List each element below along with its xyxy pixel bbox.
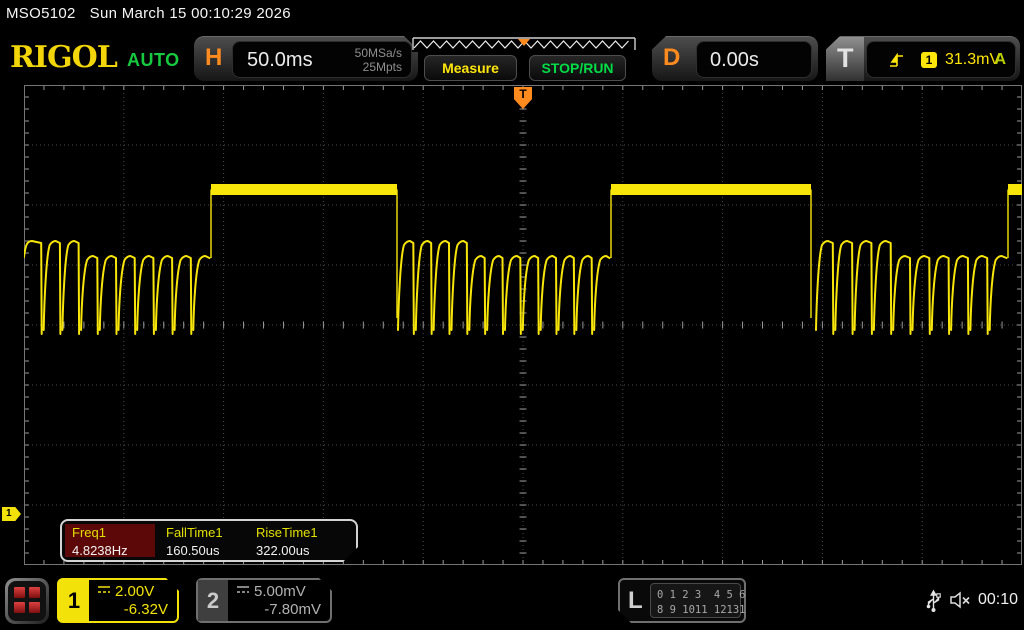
memory-depth: 25Mpts	[355, 60, 402, 74]
horizontal-scale-box[interactable]: H 50.0ms 50MSa/s 25Mpts	[194, 36, 418, 81]
stop-run-button[interactable]: STOP/RUN	[529, 55, 626, 81]
delay-label: D	[663, 44, 680, 72]
channel2-number: 2	[198, 580, 228, 621]
model-name: MSO5102	[6, 5, 76, 22]
channel1-scale: 2.00V	[97, 583, 154, 600]
channel2-offset: -7.80mV	[264, 601, 321, 618]
trigger-source-badge: 1	[921, 52, 937, 68]
grid-menu-icon[interactable]	[5, 578, 49, 624]
top-info-bar: MSO5102 Sun March 15 00:10:29 2026	[6, 5, 305, 22]
measurement-label: Freq1	[72, 525, 106, 540]
digital-channels-row2: 8 9 1011 12131415	[657, 603, 740, 618]
speaker-muted-icon[interactable]	[948, 590, 972, 610]
rising-edge-trigger-icon	[889, 53, 906, 68]
usb-icon	[925, 587, 942, 613]
horizontal-label: H	[205, 44, 222, 72]
horizontal-values: 50.0ms 50MSa/s 25Mpts	[232, 41, 412, 78]
channel1-number: 1	[59, 580, 89, 621]
sample-rate-info: 50MSa/s 25Mpts	[355, 46, 402, 74]
record-position-indicator[interactable]	[412, 36, 636, 52]
sample-rate: 50MSa/s	[355, 46, 402, 60]
acquire-mode-indicator: AUTO	[127, 50, 180, 71]
channel1-offset: -6.32V	[124, 601, 168, 618]
channel2-scale: 5.00mV	[236, 583, 306, 600]
trigger-label: T	[837, 43, 854, 74]
measurement-panel[interactable]: Freq1 4.8238Hz FallTime1 160.50us RiseTi…	[60, 519, 358, 562]
digital-channels: 0 1 2 3 4 5 6 7 8 9 1011 12131415	[650, 583, 741, 618]
delay-values: 0.00s	[696, 41, 812, 78]
delay-value: 0.00s	[710, 49, 759, 72]
timebase-value: 50.0ms	[247, 49, 313, 72]
measurement-value: 322.00us	[256, 543, 310, 558]
measurement-label: FallTime1	[166, 525, 223, 540]
digital-channels-row1: 0 1 2 3 4 5 6 7	[657, 588, 740, 603]
channel1-block[interactable]: 1 2.00V -6.32V	[57, 578, 179, 623]
delay-box[interactable]: D 0.00s	[652, 36, 818, 81]
runtime-clock: 00:10	[978, 591, 1018, 609]
measurement-value: 160.50us	[166, 543, 220, 558]
waveform-display-area[interactable]	[24, 85, 1022, 565]
trigger-box[interactable]: T 1 31.3mV A	[826, 36, 1020, 81]
measurement-value: 4.8238Hz	[72, 543, 128, 558]
trigger-values: 1 31.3mV A	[866, 41, 1016, 78]
measure-button[interactable]: Measure	[424, 55, 517, 81]
channel2-block[interactable]: 2 5.00mV -7.80mV	[196, 578, 332, 623]
dc-coupling-icon	[236, 585, 250, 594]
channel1-level-tag[interactable]: 1	[2, 507, 21, 521]
trigger-level-value: 31.3mV	[945, 51, 1000, 69]
datetime: Sun March 15 00:10:29 2026	[90, 5, 291, 22]
rigol-logo: RIGOL	[10, 40, 117, 75]
trigger-tab: T	[826, 37, 864, 82]
logic-label: L	[628, 587, 643, 615]
trigger-sweep-mode: A	[994, 51, 1006, 69]
dc-coupling-icon	[97, 585, 111, 594]
measurement-label: RiseTime1	[256, 525, 318, 540]
channel1-waveform-trace	[24, 184, 1022, 334]
logic-channels-block[interactable]: L 0 1 2 3 4 5 6 7 8 9 1011 12131415	[618, 578, 746, 623]
oscilloscope-screen: MSO5102Sun March 15 00:10:29 2026 RIGOL …	[0, 0, 1024, 630]
